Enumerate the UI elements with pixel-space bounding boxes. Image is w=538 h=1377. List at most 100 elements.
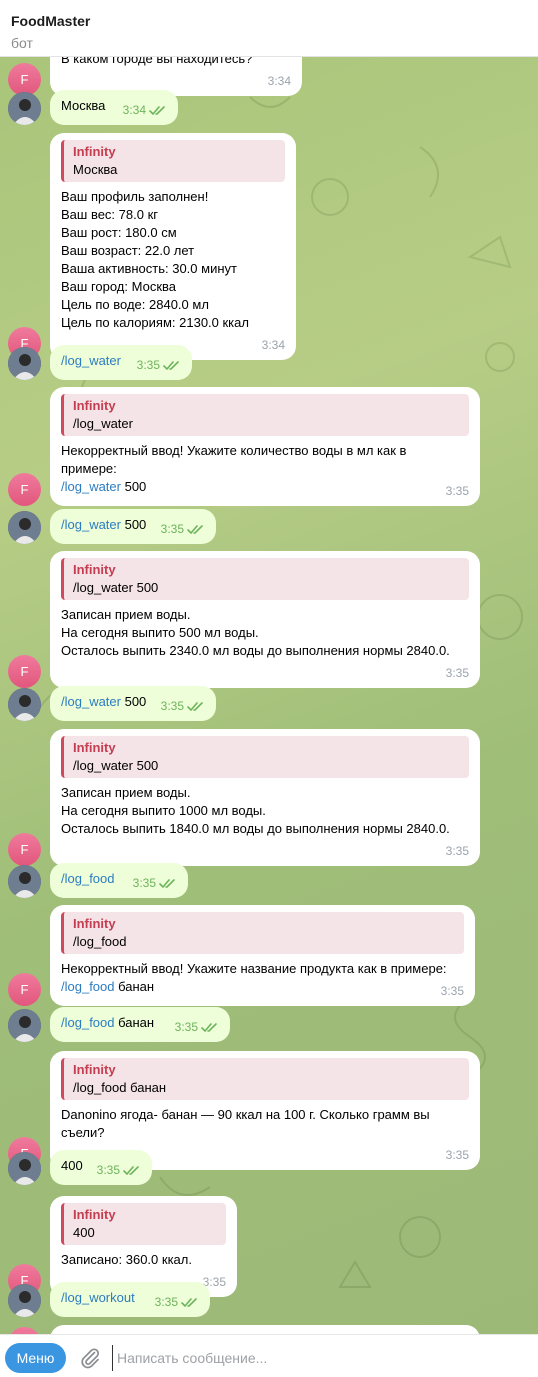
message-line: Записан прием воды.	[61, 785, 191, 800]
message-list[interactable]: В каком городе вы находитесь? 3:34 F Москва…	[0, 57, 538, 1334]
message-text: /log_water 500	[61, 694, 146, 709]
bot-command-link[interactable]: /log_food	[61, 871, 115, 886]
message-text: /log_water 500	[61, 517, 146, 532]
message-bubble[interactable]: Infinity/log_water Некорректный ввод! Ука…	[50, 387, 480, 506]
message-bubble[interactable]: Infinity/log_water 500 Записан прием воды…	[50, 729, 480, 866]
bot-avatar[interactable]: F	[8, 655, 41, 688]
message-bubble[interactable]: Infinity/log_water 500 Записан прием воды…	[50, 551, 480, 688]
message-line: На сегодня выпито 1000 мл воды.	[61, 803, 266, 818]
reply-quote-author: Infinity	[73, 398, 116, 413]
reply-quote[interactable]: Infinity/log_food	[61, 912, 464, 954]
menu-button[interactable]: Меню	[5, 1343, 66, 1373]
message-line: Ваш возраст: 22.0 лет	[61, 243, 195, 258]
message-text: /log_food банан	[61, 1015, 154, 1030]
message-line: /log_water 500	[61, 479, 146, 494]
message-bubble[interactable]: /log_food 3:35	[50, 863, 188, 898]
message-text-rest: Москва	[61, 98, 106, 113]
message-bubble[interactable]: /log_workout 3:35	[50, 1282, 210, 1317]
outgoing-message: /log_water 500 3:35	[0, 686, 538, 721]
message-timestamp: 3:34	[268, 72, 291, 90]
message-line: Записано: 360.0 ккал.	[61, 1252, 192, 1267]
read-checkmarks-icon	[187, 525, 203, 535]
bot-avatar[interactable]	[8, 1327, 41, 1334]
user-avatar[interactable]	[8, 1284, 41, 1317]
incoming-message: Infinity/log_water Некорректный ввод! Ука…	[0, 387, 538, 506]
user-avatar[interactable]	[8, 865, 41, 898]
reply-quote[interactable]: Infinity/log_food банан	[61, 1058, 469, 1100]
reply-quote[interactable]: Infinity/log_water	[61, 394, 469, 436]
read-checkmarks-icon	[187, 702, 203, 712]
bot-command-link[interactable]: /log_water	[61, 479, 121, 494]
message-bubble[interactable]: /log_water 500 3:35	[50, 509, 216, 544]
user-avatar[interactable]	[8, 511, 41, 544]
bot-command-link[interactable]: /log_food	[61, 979, 115, 994]
outgoing-message: /log_workout 3:35	[0, 1282, 538, 1317]
message-bubble[interactable]: /log_water 3:35	[50, 345, 192, 380]
outgoing-message: 400 3:35	[0, 1150, 538, 1185]
bot-command-link[interactable]: /log_water	[61, 694, 121, 709]
message-bubble[interactable]: /log_water 500 3:35	[50, 686, 216, 721]
user-avatar[interactable]	[8, 688, 41, 721]
message-text: 400	[61, 1158, 83, 1173]
message-input[interactable]	[112, 1345, 522, 1371]
read-checkmarks-icon	[201, 1023, 217, 1033]
message-bubble[interactable]: 400 3:35	[50, 1150, 152, 1185]
message-text: /log_food	[61, 871, 115, 886]
message-bubble[interactable]: Infinity Москва Ваш профиль заполнен! Ваш в…	[50, 133, 296, 360]
message-line: Осталось выпить 2340.0 мл воды до выполн…	[61, 643, 450, 658]
incoming-message: Infinity/log_water 500 Записан прием воды…	[0, 729, 538, 866]
timestamp-text: 3:34	[122, 103, 146, 117]
timestamp-text: 3:34	[267, 74, 291, 88]
paperclip-icon[interactable]	[78, 1346, 102, 1370]
reply-quote-text: /log_water 500	[73, 580, 159, 595]
timestamp-text: 3:35	[136, 358, 160, 372]
chat-header[interactable]: FoodMaster бот	[0, 0, 538, 57]
message-line: примере:	[61, 461, 117, 476]
bot-avatar[interactable]: F	[8, 973, 41, 1006]
user-avatar[interactable]	[8, 1152, 41, 1185]
timestamp-text: 3:35	[160, 522, 184, 536]
outgoing-message: /log_water 500 3:35	[0, 509, 538, 544]
message-text-rest: банан	[114, 979, 155, 994]
read-checkmarks-icon	[149, 106, 165, 116]
timestamp-text: 3:35	[160, 699, 184, 713]
bot-command-link[interactable]: /log_workout	[61, 1290, 135, 1305]
outgoing-message: /log_water 3:35	[0, 345, 538, 380]
reply-quote[interactable]: Infinity/log_water 500	[61, 736, 469, 778]
message-timestamp: 3:35	[161, 520, 205, 538]
reply-quote[interactable]: Infinity/log_water 500	[61, 558, 469, 600]
reply-quote-text: /log_food банан	[73, 1080, 167, 1095]
message-bubble[interactable]: /log_food банан 3:35	[50, 1007, 230, 1042]
timestamp-text: 3:35	[132, 876, 156, 890]
reply-quote[interactable]: Infinity 400	[61, 1203, 226, 1245]
message-text: Москва	[61, 98, 105, 113]
bot-avatar[interactable]: F	[8, 473, 41, 506]
message-timestamp: 3:34	[123, 101, 167, 119]
reply-quote-author: Infinity	[73, 1207, 116, 1222]
bot-command-link[interactable]: /log_water	[61, 353, 121, 368]
message-line: На сегодня выпито 500 мл воды.	[61, 625, 259, 640]
message-bubble[interactable]: Infinity/log_food Некорректный ввод! Укаж…	[50, 905, 475, 1006]
next-message-bubble-partial	[50, 1325, 480, 1334]
message-text: /log_workout	[61, 1290, 135, 1305]
bot-command-link[interactable]: /log_food	[61, 1015, 115, 1030]
message-line: В каком городе вы находитесь?	[61, 57, 253, 66]
outgoing-message: /log_food банан 3:35	[0, 1007, 538, 1042]
reply-quote[interactable]: Infinity Москва	[61, 140, 285, 182]
message-bubble[interactable]: Москва 3:34	[50, 90, 178, 125]
reply-quote-author: Infinity	[73, 916, 116, 931]
message-timestamp: 3:35	[175, 1018, 219, 1036]
message-line: Цель по воде: 2840.0 мл	[61, 297, 209, 312]
message-line: Некорректный ввод! Укажите название прод…	[61, 961, 447, 976]
user-avatar[interactable]	[8, 347, 41, 380]
message-line: /log_food банан	[61, 979, 154, 994]
reply-quote-text: /log_water	[73, 416, 133, 431]
message-timestamp: 3:35	[133, 874, 177, 892]
user-avatar[interactable]	[8, 1009, 41, 1042]
message-timestamp: 3:35	[161, 697, 205, 715]
message-text-rest: 500	[120, 517, 147, 532]
user-avatar[interactable]	[8, 92, 41, 125]
reply-quote-text: /log_water 500	[73, 758, 159, 773]
bot-avatar[interactable]: F	[8, 833, 41, 866]
bot-command-link[interactable]: /log_water	[61, 517, 121, 532]
